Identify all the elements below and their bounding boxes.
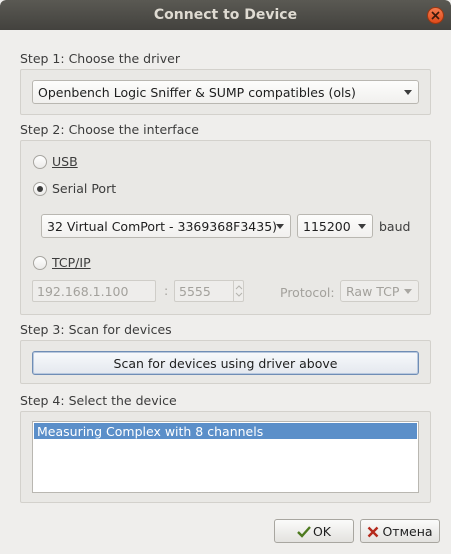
protocol-label: Protocol: [280,285,335,300]
cancel-button-label: Отмена [382,524,433,539]
protocol-combo[interactable]: Raw TCP [340,280,419,302]
ok-button-label: OK [312,524,332,539]
step3-label: Step 3: Scan for devices [20,322,172,337]
step4-group: Measuring Complex with 8 channels [20,411,431,503]
connect-dialog: Connect to Device Step 1: Choose the dri… [0,0,451,554]
baud-unit-label: baud [379,219,411,234]
chevron-down-icon [404,90,412,95]
tcp-ip-text: TCP/IP [52,255,91,270]
tcp-port-value: 5555 [179,284,211,299]
driver-combo[interactable]: Openbench Logic Sniffer & SUMP compatibl… [32,80,419,104]
cancel-button[interactable]: Отмена [360,519,440,543]
tcp-port-stepper[interactable]: 5555 [174,280,244,302]
step3-group: Scan for devices using driver above [20,340,431,384]
close-button[interactable] [427,7,444,24]
title-bar[interactable]: Connect to Device [0,0,451,30]
serial-port-radio-label[interactable]: Serial Port [52,181,116,196]
baud-combo[interactable]: 115200 [297,214,373,238]
close-icon [431,11,440,20]
step1-label: Step 1: Choose the driver [20,51,180,66]
check-icon [297,526,311,538]
chevron-down-icon [358,224,366,229]
serial-port-radio[interactable] [33,182,47,196]
chevron-down-icon [404,289,412,294]
usb-radio[interactable] [33,155,47,169]
step2-label: Step 2: Choose the interface [20,122,199,137]
spin-arrows-icon [235,285,243,297]
protocol-value: Raw TCP [346,284,400,299]
serial-port-value: 32 Virtual ComPort - 3369368F3435) [47,219,278,234]
ok-button[interactable]: OK [274,519,354,543]
driver-combo-value: Openbench Logic Sniffer & SUMP compatibl… [38,85,356,100]
usb-radio-label[interactable]: USB [52,154,78,169]
tcp-ip-radio[interactable] [33,256,47,270]
cross-icon [368,526,379,538]
step4-label: Step 4: Select the device [20,393,177,408]
baud-value: 115200 [303,219,351,234]
device-list[interactable]: Measuring Complex with 8 channels [32,421,419,493]
window-title: Connect to Device [153,7,298,23]
spin-buttons[interactable] [233,281,243,301]
tcp-ip-radio-label[interactable]: TCP/IP [52,255,91,270]
list-item[interactable]: Measuring Complex with 8 channels [34,423,417,439]
tcp-host-input[interactable]: 192.168.1.100 [32,280,156,302]
host-port-separator: : [164,283,169,298]
step1-group: Openbench Logic Sniffer & SUMP compatibl… [20,69,431,115]
scan-devices-button[interactable]: Scan for devices using driver above [32,351,419,375]
chevron-down-icon [276,224,284,229]
serial-port-combo[interactable]: 32 Virtual ComPort - 3369368F3435) [41,214,291,238]
step2-group: USB Serial Port 32 Virtual ComPort - 336… [20,140,431,315]
usb-text: USB [52,154,78,169]
